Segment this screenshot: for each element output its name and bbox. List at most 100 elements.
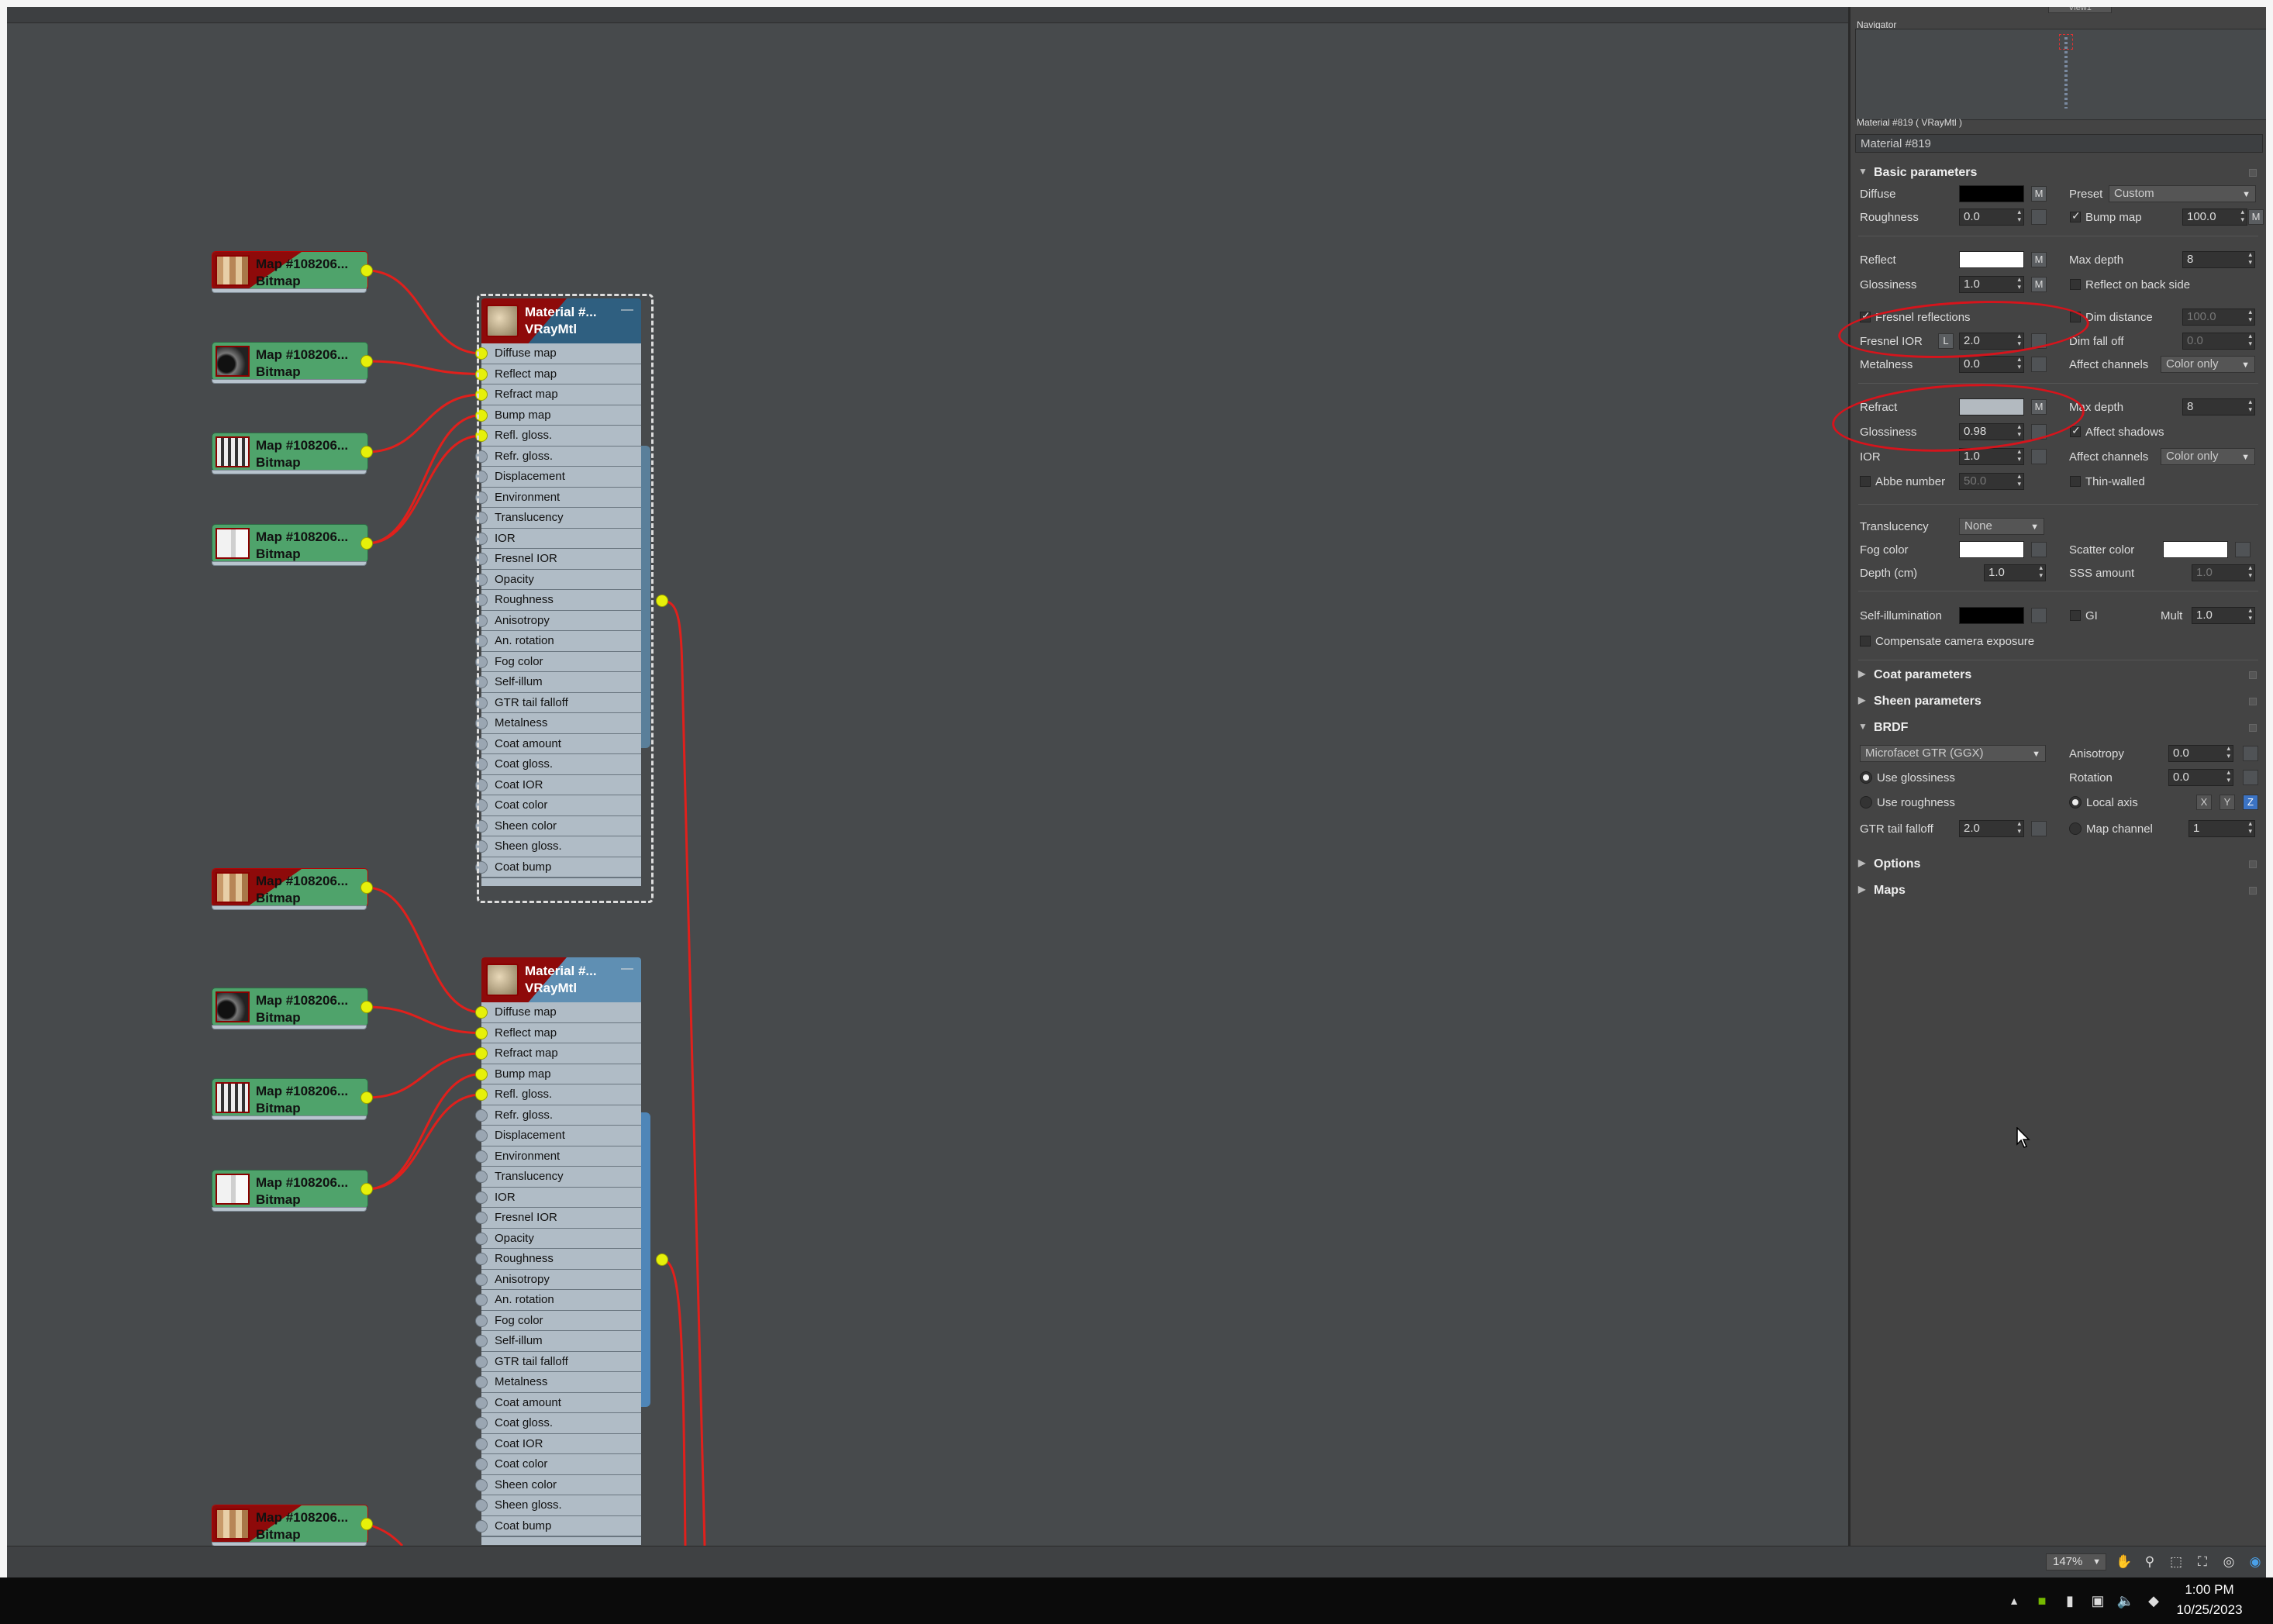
output-socket[interactable] [360, 264, 373, 277]
material-slot[interactable]: Coat IOR [475, 1434, 641, 1454]
material-node[interactable]: Material #... VRayMtl — Diffuse map Reflect … [475, 957, 644, 1545]
refract-max-depth-spinner[interactable]: 8 [2182, 398, 2255, 415]
material-slot[interactable]: GTR tail falloff [475, 1352, 641, 1372]
metalness-map-button[interactable] [2031, 357, 2047, 372]
input-socket[interactable] [475, 1067, 488, 1081]
pan-hand-icon[interactable]: ✋ [2116, 1554, 2132, 1570]
options-header[interactable]: ▶ Options [1855, 854, 2263, 874]
reflect-map-button[interactable]: M [2031, 252, 2047, 267]
clock-date[interactable]: 10/25/2023 [2167, 1602, 2252, 1618]
map-channel-spinner[interactable]: 1 [2188, 819, 2255, 837]
output-socket[interactable] [360, 1518, 373, 1530]
use-roughness-radio[interactable] [1860, 796, 1872, 809]
map-node[interactable]: Map #108206... Bitmap [212, 342, 373, 384]
input-socket[interactable] [475, 1026, 488, 1040]
preset-dropdown[interactable]: Custom [2109, 185, 2256, 202]
anisotropy-spinner[interactable]: 0.0 [2168, 744, 2233, 762]
diffuse-swatch[interactable] [1959, 185, 2024, 202]
input-socket[interactable] [475, 1458, 488, 1471]
map-node[interactable]: Map #108206... Bitmap [212, 251, 373, 293]
ior-spinner[interactable]: 1.0 [1959, 447, 2024, 465]
zoom-extents-icon[interactable]: ⛶ [2195, 1554, 2210, 1570]
material-slot[interactable]: Fresnel IOR [475, 1208, 641, 1229]
affect-shadows-checkbox[interactable] [2070, 424, 2081, 437]
material-slot[interactable]: Sheen color [475, 1475, 641, 1495]
zoom-search-icon[interactable]: ⚲ [2142, 1554, 2157, 1570]
self-illumination-swatch[interactable] [1959, 607, 2024, 624]
rotation-map-button[interactable] [2243, 770, 2258, 785]
translucency-dropdown[interactable]: None [1959, 518, 2044, 535]
gtr-tail-falloff-spinner[interactable]: 2.0 [1959, 819, 2024, 837]
brdf-header[interactable]: ▼ BRDF [1855, 718, 2263, 738]
material-slot[interactable]: Opacity [475, 1229, 641, 1249]
anisotropy-map-button[interactable] [2243, 746, 2258, 761]
zoom-selected-icon[interactable]: ◎ [2221, 1554, 2237, 1570]
dropbox-tray-icon[interactable]: ◆ [2144, 1591, 2163, 1610]
axis-y-button[interactable]: Y [2220, 795, 2235, 810]
material-slot[interactable]: Reflect map [475, 1023, 641, 1043]
abbe-spinner[interactable]: 50.0 [1959, 472, 2024, 490]
map-node[interactable]: Map #108206... Bitmap [212, 433, 373, 474]
map-channel-radio[interactable] [2069, 822, 2082, 835]
material-slot[interactable]: Environment [475, 1146, 641, 1167]
input-socket[interactable] [475, 1273, 488, 1286]
nvidia-tray-icon[interactable]: ■ [2033, 1591, 2051, 1610]
input-socket[interactable] [475, 1047, 488, 1060]
output-socket[interactable] [360, 355, 373, 367]
output-socket[interactable] [360, 1001, 373, 1013]
output-socket[interactable] [360, 1183, 373, 1195]
output-socket[interactable] [360, 446, 373, 458]
roughness-map-button[interactable] [2031, 209, 2047, 225]
node-editor-canvas[interactable]: Map #108206... Bitmap Map #108206... Bitmap… [7, 7, 1848, 1546]
input-socket[interactable] [475, 1232, 488, 1245]
map-node[interactable]: Map #108206... Bitmap [212, 1505, 373, 1546]
fit-view-icon[interactable]: ◉ [2247, 1554, 2263, 1570]
reflect-swatch[interactable] [1959, 251, 2024, 268]
navigator-frame[interactable] [2059, 34, 2073, 50]
input-socket[interactable] [475, 1314, 488, 1327]
reflect-max-depth-spinner[interactable]: 8 [2182, 250, 2255, 268]
fog-color-map-button[interactable] [2031, 542, 2047, 557]
output-socket[interactable] [360, 1091, 373, 1104]
brdf-type-dropdown[interactable]: Microfacet GTR (GGX) [1860, 745, 2046, 762]
sss-amount-spinner[interactable]: 1.0 [2192, 564, 2255, 581]
ior-map-button[interactable] [2031, 449, 2047, 464]
axis-x-button[interactable]: X [2196, 795, 2212, 810]
material-slot[interactable]: Coat gloss. [475, 1413, 641, 1434]
use-glossiness-radio[interactable] [1860, 771, 1872, 784]
map-node[interactable]: Map #108206... Bitmap [212, 524, 373, 566]
maps-header[interactable]: ▶ Maps [1855, 881, 2263, 901]
material-slot[interactable]: Coat bump [475, 1516, 641, 1536]
axis-z-button[interactable]: Z [2243, 795, 2258, 810]
gtr-map-button[interactable] [2031, 821, 2047, 836]
bump-map-checkbox[interactable] [2070, 209, 2081, 222]
input-socket[interactable] [475, 1006, 488, 1019]
material-name-field[interactable]: Material #819 [1855, 134, 2263, 153]
material-slot[interactable]: Sheen gloss. [475, 1495, 641, 1516]
material-node-header[interactable]: Material #... VRayMtl — [481, 957, 641, 1002]
local-axis-radio[interactable] [2069, 796, 2082, 809]
reflect-gloss-map-button[interactable]: M [2031, 277, 2047, 292]
minimize-icon[interactable]: — [621, 962, 633, 976]
map-node[interactable]: Map #108206... Bitmap [212, 1170, 373, 1212]
material-slot[interactable]: Translucency [475, 1167, 641, 1188]
input-socket[interactable] [475, 1376, 488, 1388]
material-slot[interactable]: Anisotropy [475, 1270, 641, 1290]
basic-parameters-header[interactable]: ▼ Basic parameters [1855, 163, 2263, 183]
material-slot[interactable]: Fog color [475, 1311, 641, 1331]
input-socket[interactable] [475, 1253, 488, 1265]
input-socket[interactable] [475, 1437, 488, 1450]
material-slot[interactable]: Diffuse map [475, 1002, 641, 1023]
map-node[interactable]: Map #108206... Bitmap [212, 868, 373, 910]
input-socket[interactable] [475, 1088, 488, 1101]
input-socket[interactable] [475, 1396, 488, 1409]
dim-distance-spinner[interactable]: 100.0 [2182, 308, 2255, 326]
input-socket[interactable] [475, 1129, 488, 1142]
material-slot[interactable]: Refr. gloss. [475, 1105, 641, 1126]
material-slot[interactable]: Metalness [475, 1372, 641, 1393]
thin-walled-checkbox[interactable] [2070, 476, 2081, 487]
rotation-spinner[interactable]: 0.0 [2168, 768, 2233, 786]
input-socket[interactable] [475, 1294, 488, 1306]
fog-color-swatch[interactable] [1959, 541, 2024, 558]
coat-parameters-header[interactable]: ▶ Coat parameters [1855, 665, 2263, 685]
